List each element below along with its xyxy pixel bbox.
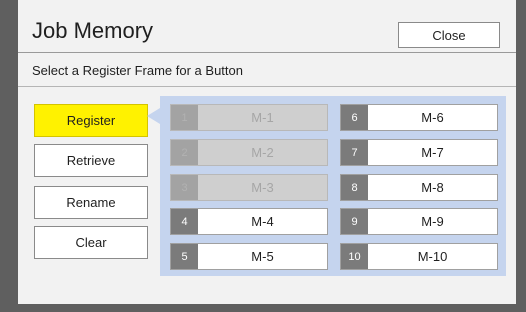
frame-label: M-9 — [421, 214, 444, 229]
clear-button[interactable]: Clear — [34, 226, 148, 259]
frame-number: 5 — [171, 244, 198, 269]
frame-number: 2 — [171, 140, 198, 165]
register-frame-3[interactable]: 3 M-3 — [170, 174, 328, 201]
title-bar: Job Memory Close — [18, 0, 516, 53]
frame-label: M-8 — [421, 180, 444, 195]
divider — [18, 86, 516, 87]
close-button[interactable]: Close — [398, 22, 500, 48]
frame-number: 1 — [171, 105, 198, 130]
frame-label: M-7 — [421, 145, 444, 160]
frame-label: M-3 — [251, 180, 274, 195]
frame-number: 6 — [341, 105, 368, 130]
retrieve-button[interactable]: Retrieve — [34, 144, 148, 177]
register-frame-6[interactable]: 6 M-6 — [340, 104, 498, 131]
frame-number: 8 — [341, 175, 368, 200]
frame-label: M-2 — [251, 145, 274, 160]
register-frame-9[interactable]: 9 M-9 — [340, 208, 498, 235]
frame-number: 7 — [341, 140, 368, 165]
register-frame-4[interactable]: 4 M-4 — [170, 208, 328, 235]
register-frame-2[interactable]: 2 M-2 — [170, 139, 328, 166]
frame-label: M-6 — [421, 110, 444, 125]
screen-bezel-left — [0, 0, 18, 312]
screen-bezel-bottom — [0, 304, 526, 312]
register-button[interactable]: Register — [34, 104, 148, 137]
screen-bezel-right — [516, 0, 526, 312]
instruction-text: Select a Register Frame for a Button — [32, 63, 243, 78]
register-frame-panel: 1 M-1 2 M-2 3 M-3 4 M-4 5 M-5 6 M-6 7 M-… — [160, 96, 506, 276]
frame-number: 9 — [341, 209, 368, 234]
register-frame-1[interactable]: 1 M-1 — [170, 104, 328, 131]
frame-number: 4 — [171, 209, 198, 234]
register-frame-8[interactable]: 8 M-8 — [340, 174, 498, 201]
frame-label: M-5 — [251, 249, 274, 264]
dialog-title: Job Memory — [32, 18, 154, 43]
frame-label: M-4 — [251, 214, 274, 229]
register-frame-7[interactable]: 7 M-7 — [340, 139, 498, 166]
frame-number: 10 — [341, 244, 368, 269]
register-frame-5[interactable]: 5 M-5 — [170, 243, 328, 270]
rename-button[interactable]: Rename — [34, 186, 148, 219]
register-frame-10[interactable]: 10 M-10 — [340, 243, 498, 270]
job-memory-dialog: Job Memory Close Select a Register Frame… — [18, 0, 516, 304]
frame-label: M-1 — [251, 110, 274, 125]
selection-pointer — [147, 108, 160, 124]
frame-label: M-10 — [417, 249, 448, 264]
frame-number: 3 — [171, 175, 198, 200]
